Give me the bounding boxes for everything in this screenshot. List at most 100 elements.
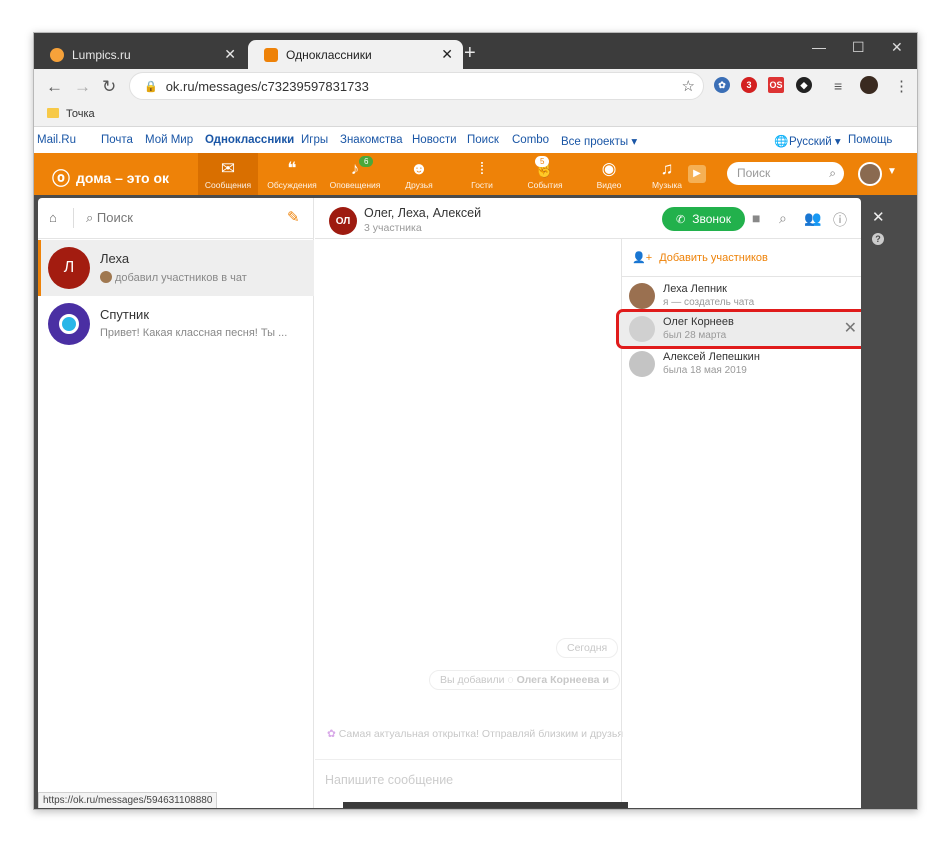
profile-avatar[interactable] — [860, 76, 878, 94]
portal-link[interactable]: Mail.Ru — [37, 134, 76, 146]
portal-link[interactable]: Одноклассники — [205, 134, 294, 146]
nav-friends[interactable]: ☻ Друзья — [389, 153, 449, 195]
discussions-icon: ❝ — [287, 159, 297, 178]
nav-notifications[interactable]: ♪ 6 Оповещения — [325, 153, 385, 195]
add-participants-button[interactable]: 👤+ Добавить участников — [632, 251, 768, 264]
extension-os-icon[interactable]: OS — [768, 77, 784, 93]
close-icon[interactable]: ✕ — [872, 208, 885, 226]
phone-icon: ✆ — [676, 213, 686, 226]
help-link[interactable]: Помощь — [848, 134, 892, 146]
system-message-name: Олега Корнеева и — [516, 674, 609, 686]
extension-badge-count: 3 — [746, 80, 752, 90]
participant-item-highlighted[interactable]: Олег Корнеев был 28 марта ✕ — [616, 309, 861, 349]
promo-banner[interactable]: ✿ Самая актуальная открытка! Отправляй б… — [327, 728, 623, 740]
system-message: Вы добавили ◌ Олега Корнеева и — [429, 670, 620, 690]
messages-panel: ⌂ ⌕ Поиск ✎ Л Леха добавил участников в … — [38, 198, 861, 808]
content-area: ⌂ ⌕ Поиск ✎ Л Леха добавил участников в … — [34, 195, 917, 809]
chat-search-input[interactable]: ⌕ Поиск — [86, 210, 133, 226]
url-text: ok.ru/messages/c73239597831733 — [165, 78, 369, 94]
chat-item[interactable]: Спутник Привет! Какая классная песня! Ты… — [38, 296, 314, 352]
language-select[interactable]: Русский ▾ — [789, 134, 841, 148]
portal-link[interactable]: Все проекты ▾ — [561, 134, 637, 148]
chat-list-header: ⌂ ⌕ Поиск ✎ — [38, 198, 314, 239]
portal-link[interactable]: Поиск — [467, 134, 499, 146]
nav-discussions[interactable]: ❝ Обсуждения — [262, 153, 322, 195]
scroll-track — [343, 802, 628, 808]
home-icon[interactable]: ⌂ — [49, 210, 57, 225]
close-icon[interactable]: ✕ — [441, 46, 453, 63]
close-icon[interactable]: ✕ — [224, 46, 236, 63]
forward-icon[interactable]: → — [74, 77, 91, 97]
video-call-icon[interactable]: ■ — [752, 210, 760, 226]
chat-name: Спутник — [100, 307, 150, 322]
search-icon[interactable]: ⌕ — [779, 210, 787, 227]
maximize-icon[interactable]: ☐ — [852, 39, 865, 56]
browser-window: Lumpics.ru ✕ Одноклассники ✕ + — ☐ ✕ ← →… — [33, 32, 918, 810]
divider — [73, 208, 74, 228]
extension-badge-icon[interactable]: 3 — [741, 77, 757, 93]
ok-header: ⓞ дома – это ок ✉ Сообщения ❝ Обсуждения… — [34, 153, 917, 195]
sputnik-logo-icon — [59, 314, 79, 334]
message-input[interactable]: Напишите сообщение — [315, 759, 621, 808]
extension-shield-icon[interactable]: ✿ — [714, 77, 730, 93]
reload-icon[interactable]: ↻ — [102, 77, 116, 97]
nav-guests[interactable]: ⁞ Гости — [452, 153, 512, 195]
chat-preview: Привет! Какая классная песня! Ты ... — [100, 327, 288, 339]
back-icon[interactable]: ← — [46, 77, 63, 97]
add-user-icon: 👤+ — [632, 252, 653, 264]
url-bar[interactable]: 🔒 ok.ru/messages/c73239597831733 ☆ — [129, 72, 704, 100]
info-icon[interactable]: ⓘ — [833, 210, 847, 230]
bookmark-tochka[interactable]: Точка — [66, 108, 95, 120]
participant-name: Олег Корнеев — [663, 316, 734, 328]
participants-icon[interactable]: 👥 — [804, 210, 821, 227]
tab-odnoklassniki[interactable]: Одноклассники ✕ — [248, 40, 463, 69]
tab-lumpics[interactable]: Lumpics.ru ✕ — [34, 40, 246, 69]
call-button[interactable]: ✆ Звонок — [662, 207, 745, 231]
sputnik-avatar — [48, 303, 90, 345]
portal-link[interactable]: Знакомства — [340, 134, 403, 146]
participant-item[interactable]: Леха Лепник я — создатель чата — [622, 279, 861, 313]
date-divider: Сегодня — [556, 638, 619, 658]
chat-item[interactable]: Л Леха добавил участников в чат — [38, 240, 314, 296]
new-tab-icon[interactable]: + — [464, 43, 476, 63]
participants-panel: 👤+ Добавить участников Леха Лепник я — с… — [616, 239, 861, 808]
portal-link[interactable]: Новости — [412, 134, 457, 146]
bell-icon: ♪ — [350, 159, 360, 178]
playlist-icon[interactable]: ≡ — [834, 78, 842, 94]
user-avatar[interactable] — [858, 162, 882, 186]
nav-events[interactable]: ☝ 5 События — [515, 153, 575, 195]
minimize-icon[interactable]: — — [812, 39, 826, 55]
portal-link[interactable]: Игры — [301, 134, 328, 146]
add-participants-label: Добавить участников — [659, 252, 768, 264]
chat-list: ⌂ ⌕ Поиск ✎ Л Леха добавил участников в … — [38, 198, 314, 808]
avatar — [629, 316, 655, 342]
flower-icon: ✿ — [327, 728, 336, 740]
ok-logo[interactable]: ⓞ дома – это ок — [52, 165, 169, 191]
nav-messages[interactable]: ✉ Сообщения — [198, 153, 258, 195]
events-badge: 5 — [535, 156, 550, 167]
nav-label: Видео — [596, 180, 622, 190]
ok-search-input[interactable]: Поиск ⌕ — [727, 162, 844, 185]
play-icon[interactable]: ▶ — [688, 165, 706, 183]
remove-participant-icon[interactable]: ✕ — [844, 318, 857, 338]
participant-status: была 18 мая 2019 — [663, 365, 747, 376]
menu-icon[interactable]: ⋮ — [894, 77, 909, 95]
nav-video[interactable]: ◉ Видео — [579, 153, 639, 195]
portal-link[interactable]: Мой Мир — [145, 134, 193, 146]
close-window-icon[interactable]: ✕ — [891, 39, 903, 56]
participant-item[interactable]: Алексей Лепешкин была 18 мая 2019 — [622, 347, 861, 381]
help-icon[interactable]: ? — [872, 233, 884, 245]
portal-link[interactable]: Почта — [101, 134, 133, 146]
bookmark-star-icon[interactable]: ☆ — [682, 77, 695, 95]
tab-label: Lumpics.ru — [72, 47, 131, 62]
ok-slogan: дома – это ок — [76, 170, 169, 186]
portal-bar: Mail.Ru Почта Мой Мир Одноклассники Игры… — [34, 128, 917, 153]
compose-icon[interactable]: ✎ — [287, 208, 300, 226]
nav-label: Гости — [471, 180, 493, 190]
participant-status: был 28 марта — [663, 330, 727, 341]
extension-yellow-icon[interactable]: ◆ — [796, 77, 812, 93]
portal-link[interactable]: Combo — [512, 134, 549, 146]
participant-name: Алексей Лепешкин — [663, 351, 760, 363]
chevron-down-icon[interactable]: ▼ — [887, 166, 897, 177]
ok-logo-icon: ⓞ — [52, 169, 70, 189]
